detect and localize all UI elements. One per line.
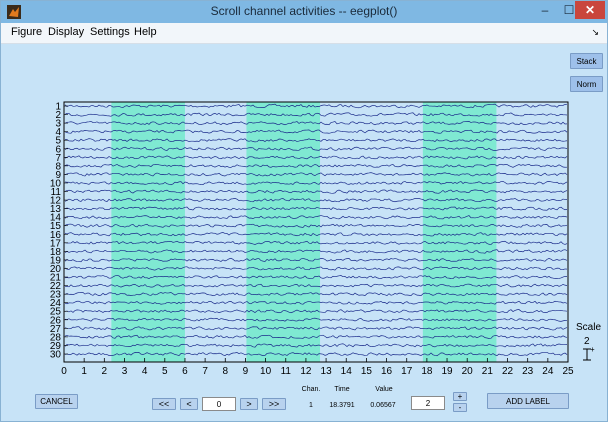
channel-label-30: 30 [50, 350, 62, 361]
x-tick-label-17: 17 [401, 366, 413, 377]
x-tick-label-7: 7 [202, 366, 208, 377]
x-tick-label-23: 23 [522, 366, 534, 377]
scroll-prev-button[interactable]: < [180, 398, 198, 410]
value-label: Value [375, 386, 393, 393]
time-label: Time [334, 386, 350, 393]
x-tick-label-6: 6 [182, 366, 188, 377]
eeg-plot[interactable]: 1234567891011121314151617181920212223242… [1, 1, 607, 381]
x-tick-label-22: 22 [502, 366, 514, 377]
x-tick-label-4: 4 [142, 366, 148, 377]
x-tick-label-15: 15 [361, 366, 373, 377]
x-tick-label-24: 24 [542, 366, 554, 377]
add-label-button[interactable]: ADD LABEL [487, 393, 569, 409]
scroll-first-button[interactable]: << [152, 398, 176, 410]
x-tick-label-16: 16 [381, 366, 393, 377]
x-tick-label-3: 3 [122, 366, 128, 377]
x-tick-label-20: 20 [462, 366, 474, 377]
scale-label: Scale [576, 322, 602, 333]
spacing-input[interactable]: 2 [411, 396, 445, 410]
x-tick-label-8: 8 [222, 366, 228, 377]
scroll-next-button[interactable]: > [240, 398, 258, 410]
eegplot-window: Scroll channel activities -- eegplot() –… [0, 0, 608, 422]
x-tick-label-25: 25 [562, 366, 574, 377]
x-tick-label-0: 0 [61, 366, 67, 377]
x-tick-label-1: 1 [81, 366, 87, 377]
value-value: 0.06567 [370, 402, 396, 409]
time-position-input[interactable]: 0 [202, 397, 236, 411]
x-tick-label-2: 2 [102, 366, 108, 377]
x-tick-label-9: 9 [243, 366, 249, 377]
chan-label: Chan. [301, 386, 321, 393]
spacing-increase-button[interactable]: + [453, 392, 467, 401]
x-tick-label-5: 5 [162, 366, 168, 377]
x-tick-label-14: 14 [341, 366, 353, 377]
x-tick-label-13: 13 [321, 366, 333, 377]
x-tick-label-18: 18 [421, 366, 433, 377]
x-tick-label-10: 10 [260, 366, 272, 377]
x-tick-label-21: 21 [482, 366, 494, 377]
spacing-decrease-button[interactable]: - [453, 403, 467, 412]
x-tick-label-12: 12 [300, 366, 312, 377]
scroll-last-button[interactable]: >> [262, 398, 286, 410]
cancel-button[interactable]: CANCEL [35, 394, 78, 409]
x-tick-label-19: 19 [441, 366, 453, 377]
scale-plus-sign: + [590, 345, 595, 354]
x-tick-label-11: 11 [281, 366, 292, 377]
time-value: 18.3791 [329, 402, 355, 409]
scale-value: 2 [584, 336, 590, 347]
chan-value: 1 [309, 402, 313, 409]
